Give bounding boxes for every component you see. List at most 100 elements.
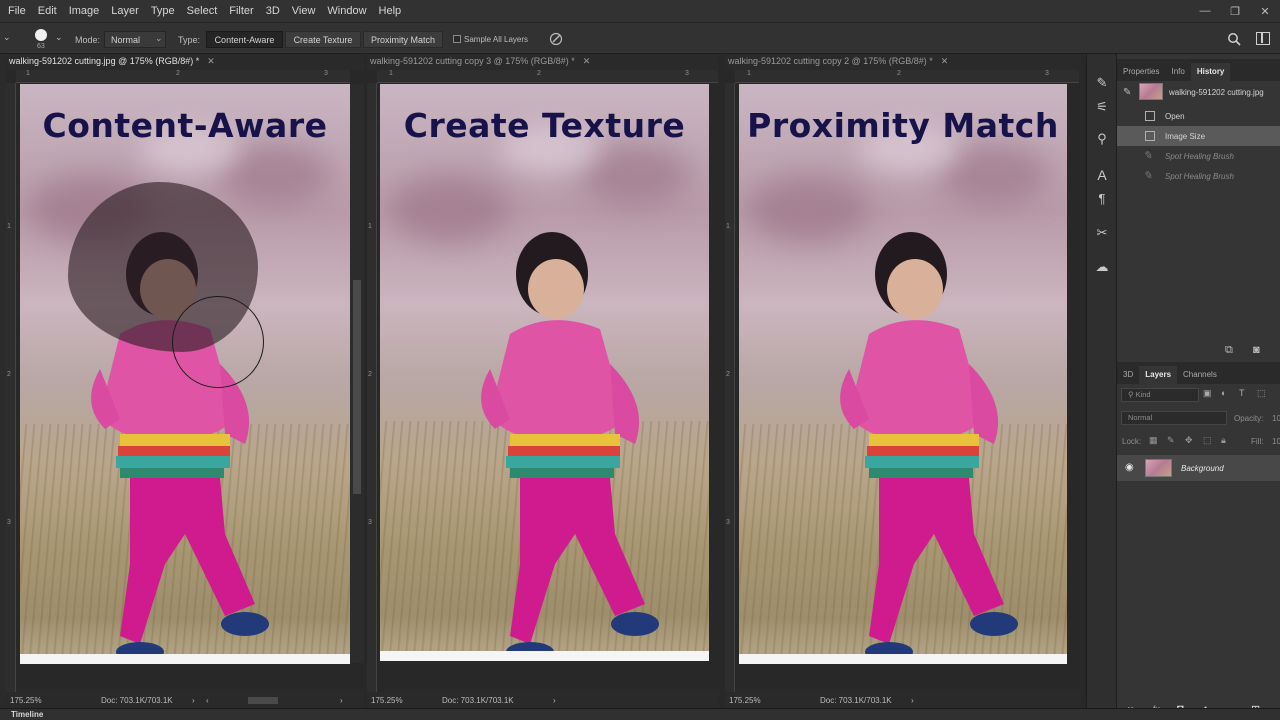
zoom-level[interactable]: 175.25% (371, 696, 403, 705)
menu-window[interactable]: Window (327, 5, 366, 17)
search-icon[interactable] (1227, 32, 1241, 46)
lock-all-icon[interactable]: 🔒︎ (1221, 435, 1226, 446)
restore-button[interactable]: ❐ (1220, 5, 1250, 18)
vertical-scrollbar[interactable] (350, 84, 364, 663)
menu-3d[interactable]: 3D (266, 5, 280, 17)
camera-icon[interactable]: ◙ (1253, 344, 1260, 356)
history-state[interactable]: ✎ Spot Healing Brush (1117, 166, 1280, 186)
zoom-level[interactable]: 175.25% (10, 696, 42, 705)
lock-transparent-icon[interactable]: ▦ (1149, 435, 1158, 446)
tab-channels[interactable]: Channels (1177, 366, 1223, 384)
brush-size-value: 63 (37, 43, 45, 50)
options-bar: ⌄ 63 ⌄ Mode: Normal ⌄ Type: Content-Awar… (0, 22, 1280, 54)
horizontal-ruler: 1 2 3 (377, 70, 718, 83)
minimize-button[interactable]: — (1190, 5, 1220, 17)
paragraph-icon[interactable]: ¶ (1093, 190, 1111, 208)
fill-label: Fill: (1251, 437, 1264, 446)
adjustments-icon[interactable]: ⚟ (1093, 98, 1111, 116)
history-state[interactable]: ✎ Spot Healing Brush (1117, 146, 1280, 166)
layer-name: Background (1181, 464, 1224, 473)
blend-mode-select[interactable]: Normal (1121, 411, 1227, 425)
tab-history[interactable]: History (1190, 63, 1231, 81)
menu-bar: File Edit Image Layer Type Select Filter… (0, 0, 1280, 22)
mode-select[interactable]: Normal ⌄ (104, 31, 166, 48)
history-state[interactable]: Open (1117, 106, 1280, 126)
new-document-from-state-icon[interactable]: ⧉ (1225, 344, 1233, 357)
type-proximity-match-button[interactable]: Proximity Match (363, 31, 443, 48)
filter-shape-icon[interactable]: ⬚ (1257, 388, 1266, 399)
layer-row[interactable]: ◉ Background (1117, 455, 1280, 481)
ruler-tick-label: 2 (537, 70, 541, 77)
lock-pixels-icon[interactable]: ✎ (1167, 435, 1175, 446)
close-button[interactable]: ✕ (1250, 5, 1280, 18)
snapshot-thumbnail[interactable] (1139, 83, 1163, 100)
document-tab-3[interactable]: walking-591202 cutting copy 2 @ 175% (RG… (725, 54, 1081, 70)
document-tab-1[interactable]: walking-591202 cutting.jpg @ 175% (RGB/8… (6, 54, 364, 70)
layer-kind-filter[interactable]: ⚲ Kind (1121, 388, 1199, 402)
menu-layer[interactable]: Layer (111, 5, 139, 17)
brush-picker-chevron-icon[interactable]: ⌄ (55, 32, 63, 43)
lock-position-icon[interactable]: ✥ (1185, 435, 1193, 446)
scrollbar-thumb[interactable] (353, 280, 361, 494)
overlay-title: Proximity Match (747, 106, 1059, 145)
brush-size-preview-icon[interactable] (35, 29, 47, 41)
menu-help[interactable]: Help (379, 5, 402, 17)
history-state-label: Spot Healing Brush (1165, 152, 1234, 161)
menu-filter[interactable]: Filter (229, 5, 253, 17)
tab-close-icon[interactable]: ✕ (207, 56, 215, 66)
brush-cursor (172, 296, 264, 388)
ruler-tick-label: 1 (368, 223, 372, 230)
document-canvas[interactable]: Proximity Match (739, 84, 1067, 664)
girl-figure (840, 232, 1018, 654)
tab-close-icon[interactable]: ✕ (583, 56, 591, 66)
scroll-right-arrow-icon[interactable]: › (340, 696, 343, 705)
tool-presets-icon[interactable]: ✂ (1093, 224, 1111, 242)
brush-settings-icon[interactable]: ✎ (1093, 74, 1111, 92)
sample-all-layers-checkbox[interactable] (453, 35, 461, 43)
timeline-bar: Timeline (0, 708, 1280, 720)
tab-info[interactable]: Info (1165, 63, 1190, 81)
status-menu-arrow-icon[interactable]: › (553, 696, 556, 705)
tab-properties[interactable]: Properties (1117, 63, 1165, 81)
filter-type-icon[interactable]: T (1239, 388, 1245, 398)
history-state[interactable]: Image Size (1117, 126, 1280, 146)
menu-file[interactable]: File (8, 5, 26, 17)
document-canvas[interactable]: Content-Aware (20, 84, 350, 664)
timeline-tab[interactable]: Timeline (11, 710, 43, 719)
document-canvas[interactable]: Create Texture (380, 84, 709, 661)
eye-icon[interactable]: ◉ (1125, 462, 1134, 473)
menu-view[interactable]: View (292, 5, 316, 17)
tool-preset-chevron-icon[interactable]: ⌄ (3, 32, 11, 43)
spot-healing-icon: ✎ (1143, 170, 1153, 182)
menu-image[interactable]: Image (69, 5, 100, 17)
horizontal-scrollbar-thumb[interactable] (248, 697, 278, 704)
document-tab-2[interactable]: walking-591202 cutting copy 3 @ 175% (RG… (367, 54, 719, 70)
opacity-value[interactable]: 10 (1272, 414, 1280, 423)
pressure-size-icon[interactable] (549, 32, 563, 46)
type-create-texture-button[interactable]: Create Texture (285, 31, 361, 48)
menu-select[interactable]: Select (187, 5, 218, 17)
history-state-label: Image Size (1165, 132, 1206, 141)
kind-label: Kind (1135, 390, 1151, 399)
workspace-icon[interactable] (1256, 32, 1270, 45)
clone-source-icon[interactable]: ⚲ (1093, 130, 1111, 148)
lock-artboard-icon[interactable]: ⬚ (1203, 435, 1212, 446)
tab-layers[interactable]: Layers (1139, 366, 1178, 384)
character-icon[interactable]: A (1093, 166, 1111, 184)
doc-size: Doc: 703.1K/703.1K (820, 696, 892, 705)
filter-pixel-icon[interactable]: ▣ (1203, 388, 1212, 399)
scroll-left-arrow-icon[interactable]: ‹ (206, 696, 209, 705)
zoom-level[interactable]: 175.25% (729, 696, 761, 705)
document-tab-title: walking-591202 cutting copy 2 @ 175% (RG… (728, 56, 933, 66)
history-brush-icon[interactable]: ✎ (1123, 87, 1131, 98)
menu-edit[interactable]: Edit (38, 5, 57, 17)
tab-3d[interactable]: 3D (1117, 366, 1139, 384)
libraries-icon[interactable]: ☁ (1093, 258, 1111, 276)
filter-adjustment-icon[interactable]: ◐ (1221, 388, 1226, 398)
status-menu-arrow-icon[interactable]: › (192, 696, 195, 705)
type-content-aware-button[interactable]: Content-Aware (206, 31, 283, 48)
tab-close-icon[interactable]: ✕ (941, 56, 949, 66)
fill-value[interactable]: 10 (1272, 437, 1280, 446)
menu-type[interactable]: Type (151, 5, 175, 17)
status-menu-arrow-icon[interactable]: › (911, 696, 914, 705)
